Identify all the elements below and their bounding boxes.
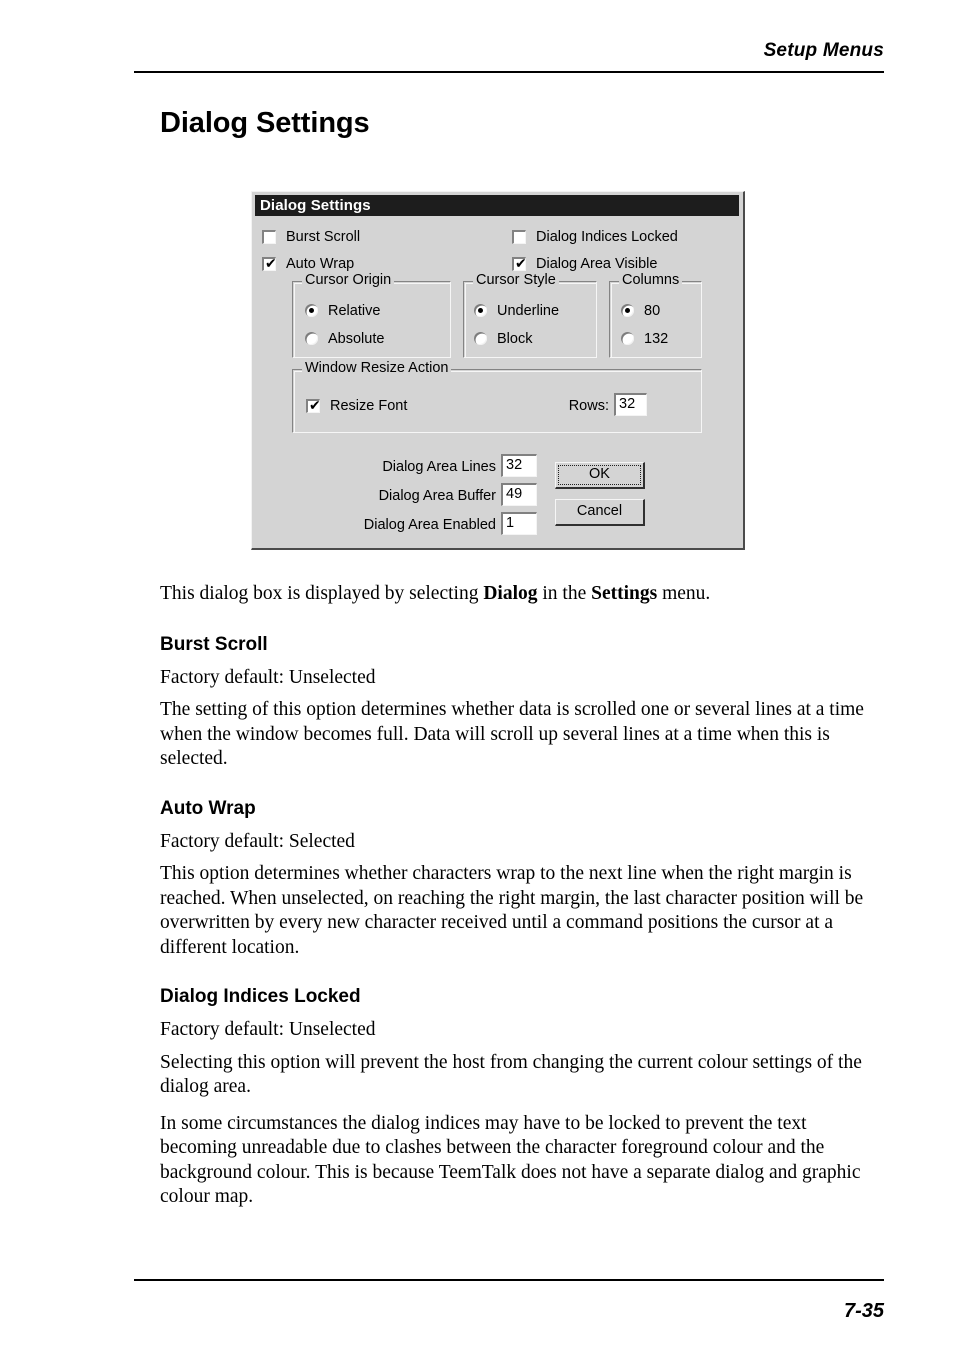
label-dialog-area-lines: Dialog Area Lines (382, 459, 496, 475)
radio-columns-80[interactable] (621, 304, 634, 317)
section-heading-dialog-indices-locked: Dialog Indices Locked (160, 986, 361, 1007)
input-dialog-area-lines[interactable]: 32 (501, 454, 537, 477)
running-head: Setup Menus (763, 40, 884, 61)
radio-relative[interactable] (305, 304, 318, 317)
intro-bold-dialog: Dialog (483, 583, 538, 604)
radio-columns-132[interactable] (621, 332, 634, 345)
header-rule (134, 71, 884, 74)
section-paragraph-auto-wrap-1: This option determines whether character… (160, 863, 864, 958)
radio-dot-icon (309, 308, 314, 313)
dialog-settings-window: Dialog Settings Burst Scroll ✔ Auto Wrap… (251, 191, 745, 550)
section-paragraph-burst-scroll-1: The setting of this option determines wh… (160, 699, 864, 769)
label-burst-scroll: Burst Scroll (286, 229, 361, 245)
label-dialog-indices-locked: Dialog Indices Locked (536, 229, 678, 245)
checkbox-dialog-area-visible[interactable]: ✔ (512, 256, 527, 272)
dialog-titlebar: Dialog Settings (255, 195, 739, 216)
label-dialog-area-enabled: Dialog Area Enabled (363, 517, 496, 533)
radio-dot-icon (478, 308, 483, 313)
intro-text-2: in the (537, 583, 592, 604)
checkbox-dialog-indices-locked[interactable] (512, 230, 526, 244)
ok-button-label: OK (589, 466, 610, 482)
radio-dot-icon (625, 308, 630, 313)
group-title-cursor-origin: Cursor Origin (302, 273, 395, 288)
intro-paragraph: This dialog box is displayed by selectin… (160, 582, 866, 607)
label-columns-80: 80 (644, 303, 661, 319)
section-paragraph-dialog-indices-locked-1: Selecting this option will prevent the h… (160, 1051, 862, 1098)
footer-rule (134, 1279, 884, 1282)
ok-button[interactable]: OK (555, 462, 645, 489)
group-title-window-resize-action: Window Resize Action (302, 361, 452, 376)
label-block: Block (497, 331, 533, 347)
page-number: 7-35 (843, 1300, 884, 1322)
section-paragraph-dialog-indices-locked-2: In some circumstances the dialog indices… (160, 1112, 861, 1208)
radio-absolute[interactable] (305, 332, 318, 345)
label-rows: Rows: (568, 398, 609, 414)
intro-bold-settings: Settings (591, 583, 658, 604)
factory-default-dialog-indices-locked: Factory default: Unselected (160, 1019, 376, 1040)
body-column: This dialog box is displayed by selectin… (160, 582, 866, 1222)
factory-default-burst-scroll: Factory default: Unselected (160, 666, 376, 688)
factory-default-auto-wrap: Factory default: Selected (160, 830, 355, 852)
group-title-cursor-style: Cursor Style (473, 273, 559, 288)
checkbox-resize-font[interactable]: ✔ (306, 398, 321, 414)
checkbox-burst-scroll[interactable] (262, 230, 276, 244)
input-rows[interactable]: 32 (614, 393, 647, 416)
checkbox-tick-icon: ✔ (309, 398, 321, 414)
radio-underline[interactable] (474, 304, 487, 317)
label-absolute: Absolute (328, 331, 385, 347)
checkbox-tick-icon: ✔ (265, 256, 277, 272)
document-page: Setup Menus Dialog Settings Dialog Setti… (0, 0, 954, 1354)
label-dialog-area-buffer: Dialog Area Buffer (378, 488, 496, 504)
cancel-button-label: Cancel (576, 503, 623, 519)
input-dialog-area-buffer[interactable]: 49 (501, 483, 537, 506)
section-heading-auto-wrap: Auto Wrap (160, 797, 256, 819)
section-heading-burst-scroll: Burst Scroll (160, 633, 268, 655)
label-dialog-area-visible: Dialog Area Visible (536, 256, 658, 272)
group-title-columns: Columns (619, 273, 683, 288)
cancel-button[interactable]: Cancel (555, 499, 645, 526)
radio-block[interactable] (474, 332, 487, 345)
checkbox-tick-icon: ✔ (515, 256, 527, 272)
label-underline: Underline (497, 303, 560, 319)
checkbox-auto-wrap[interactable]: ✔ (262, 256, 277, 272)
label-columns-132: 132 (644, 331, 669, 347)
label-resize-font: Resize Font (330, 398, 408, 414)
intro-text-3: menu. (657, 583, 711, 604)
input-dialog-area-enabled[interactable]: 1 (501, 512, 537, 535)
page-title: Dialog Settings (160, 107, 370, 139)
label-auto-wrap: Auto Wrap (286, 256, 355, 272)
label-relative: Relative (328, 303, 381, 319)
intro-text-1: This dialog box is displayed by selectin… (160, 583, 484, 604)
